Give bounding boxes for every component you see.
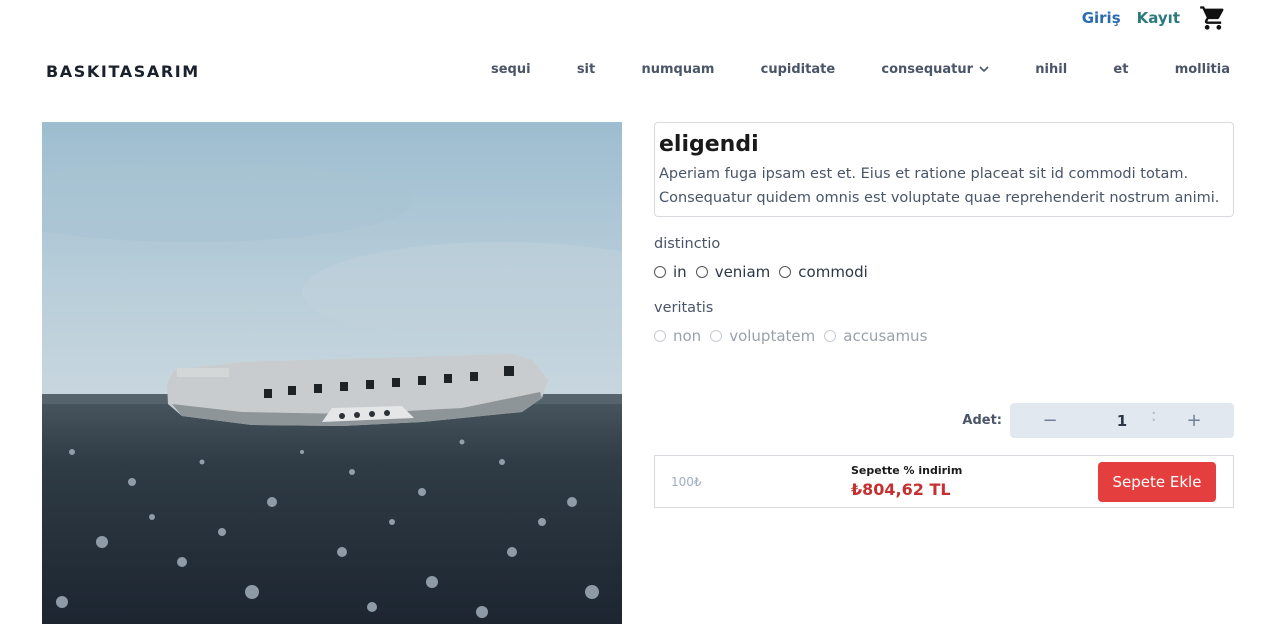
option-group-veritatis: non voluptatem accusamus (654, 327, 1234, 345)
radio-circle[interactable] (779, 266, 792, 278)
brand-logo[interactable]: BASKITASARIM (46, 62, 200, 81)
cart-icon[interactable] (1198, 3, 1228, 33)
increment-button[interactable]: + (1154, 410, 1234, 431)
radio-option-commodi[interactable]: commodi (779, 263, 868, 281)
radio-circle (824, 330, 837, 342)
product-title: eligendi (659, 132, 759, 157)
spinner-icon[interactable]: ˄ ˅ (1152, 412, 1157, 428)
top-bar: Giriş Kayıt (1082, 0, 1228, 36)
nav-item-mollitia[interactable]: mollitia (1175, 62, 1230, 77)
option-group-label: veritatis (654, 300, 714, 316)
radio-circle[interactable] (654, 266, 666, 278)
radio-label: commodi (798, 263, 868, 281)
quantity-row: Adet: − 1 ˄ ˅ + (654, 403, 1234, 438)
radio-option-voluptatem: voluptatem (710, 327, 815, 345)
nav-item-cupiditate[interactable]: cupiditate (761, 62, 836, 77)
radio-option-non: non (654, 327, 701, 345)
radio-option-veniam[interactable]: veniam (695, 263, 771, 281)
radio-label: veniam (714, 263, 771, 281)
product-panel: eligendi Aperiam fuga ipsam est et. Eius… (654, 122, 1234, 508)
product-description: Aperiam fuga ipsam est et. Eius et ratio… (659, 166, 1220, 206)
nav-item-nihil[interactable]: nihil (1035, 62, 1067, 77)
nav-item-consequatur[interactable]: consequatur (881, 62, 989, 77)
price-box: 100₺ Sepette % indirim ₺804,62 TL Sepete… (654, 455, 1234, 508)
quantity-label: Adet: (962, 413, 1002, 428)
radio-label: non (673, 327, 702, 345)
add-to-cart-button[interactable]: Sepete Ekle (1098, 461, 1216, 502)
radio-label: in (673, 263, 687, 281)
option-group-label: distinctio (654, 236, 721, 252)
price-info: Sepette % indirim ₺804,62 TL (851, 464, 962, 499)
radio-label: voluptatem (729, 327, 816, 345)
radio-option-in[interactable]: in (654, 263, 687, 281)
radio-label: accusamus (843, 327, 928, 345)
nav-item-et[interactable]: et (1113, 62, 1128, 77)
current-price: ₺804,62 TL (851, 480, 951, 499)
option-group-distinctio: in veniam commodi (654, 263, 1234, 281)
old-price: 100₺ (671, 474, 702, 489)
radio-circle (710, 330, 723, 342)
nav-item-sit[interactable]: sit (577, 62, 595, 77)
quantity-value[interactable]: 1 ˄ ˅ (1090, 412, 1157, 430)
product-info-card: eligendi Aperiam fuga ipsam est et. Eius… (654, 122, 1234, 217)
nav-item-sequi[interactable]: sequi (491, 62, 531, 77)
decrement-button[interactable]: − (1010, 410, 1090, 431)
chevron-down-icon (979, 66, 989, 73)
radio-circle (654, 330, 666, 342)
register-link[interactable]: Kayıt (1137, 9, 1180, 27)
discount-label: Sepette % indirim (851, 464, 963, 477)
nav-item-numquam[interactable]: numquam (641, 62, 714, 77)
radio-option-accusamus: accusamus (824, 327, 927, 345)
radio-circle[interactable] (695, 266, 708, 278)
main-nav: sequi sit numquam cupiditate consequatur… (491, 62, 1230, 77)
product-image (42, 122, 622, 624)
login-link[interactable]: Giriş (1082, 9, 1121, 27)
quantity-stepper[interactable]: − 1 ˄ ˅ + (1010, 403, 1234, 438)
